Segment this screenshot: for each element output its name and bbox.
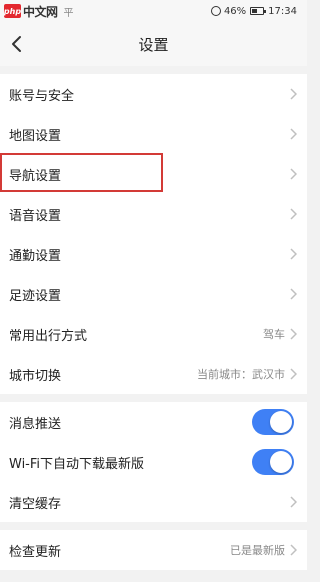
chevron-right-icon bbox=[290, 168, 297, 180]
chevron-right-icon bbox=[290, 128, 297, 140]
chevron-right-icon bbox=[290, 88, 297, 100]
status-right: 46% 17:34 bbox=[210, 4, 297, 18]
chevron-right-icon bbox=[290, 288, 297, 300]
watermark-badge: php bbox=[4, 4, 21, 18]
row-label: 语音设置 bbox=[9, 208, 62, 224]
status-bar: php 中文网 平 46% 17:34 bbox=[0, 0, 307, 22]
battery-icon bbox=[250, 7, 267, 15]
row-label: Wi-Fi下自动下载最新版 bbox=[9, 456, 145, 472]
watermark-text: 中文网 bbox=[23, 4, 58, 19]
row-footprint-settings[interactable]: 足迹设置 bbox=[0, 274, 307, 314]
row-label: 清空缓存 bbox=[9, 496, 62, 512]
settings-group-update: 检查更新 已是最新版 bbox=[0, 530, 307, 570]
row-value: 驾车 bbox=[263, 328, 285, 341]
row-map-settings[interactable]: 地图设置 bbox=[0, 114, 307, 154]
clock: 17:34 bbox=[268, 5, 297, 17]
row-label: 地图设置 bbox=[9, 128, 62, 144]
row-city-switch[interactable]: 城市切换 当前城市：武汉市 bbox=[0, 354, 307, 394]
row-label: 城市切换 bbox=[9, 368, 62, 384]
settings-group-main: 账号与安全 地图设置 导航设置 语音设置 通勤设置 足迹设置 常用出行方式 驾车… bbox=[0, 74, 307, 394]
chevron-right-icon bbox=[290, 544, 297, 556]
row-label: 通勤设置 bbox=[9, 248, 62, 264]
watermark-logo: php 中文网 平 bbox=[4, 2, 74, 20]
row-value: 已是最新版 bbox=[230, 544, 285, 557]
chevron-right-icon bbox=[290, 328, 297, 340]
watermark-trailing: 平 bbox=[63, 7, 74, 19]
row-account-security[interactable]: 账号与安全 bbox=[0, 74, 307, 114]
push-notifications-toggle[interactable] bbox=[252, 409, 294, 435]
row-label: 账号与安全 bbox=[9, 88, 75, 104]
row-clear-cache[interactable]: 清空缓存 bbox=[0, 482, 307, 522]
row-wifi-auto-download: Wi-Fi下自动下载最新版 bbox=[0, 442, 307, 482]
chevron-right-icon bbox=[290, 208, 297, 220]
row-commute-settings[interactable]: 通勤设置 bbox=[0, 234, 307, 274]
chevron-right-icon bbox=[290, 368, 297, 380]
page-title: 设置 bbox=[138, 36, 169, 54]
settings-group-system: 消息推送 Wi-Fi下自动下载最新版 清空缓存 bbox=[0, 402, 307, 522]
chevron-right-icon bbox=[290, 248, 297, 260]
row-label: 消息推送 bbox=[9, 416, 62, 432]
row-travel-mode[interactable]: 常用出行方式 驾车 bbox=[0, 314, 307, 354]
toggle-knob bbox=[270, 451, 292, 473]
row-label: 导航设置 bbox=[9, 168, 62, 184]
toggle-knob bbox=[270, 411, 292, 433]
row-label: 足迹设置 bbox=[9, 288, 62, 304]
alarm-icon bbox=[210, 6, 221, 16]
battery-percent: 46% bbox=[223, 5, 247, 17]
row-navigation-settings[interactable]: 导航设置 bbox=[0, 154, 307, 194]
row-label: 常用出行方式 bbox=[9, 328, 88, 344]
row-check-update[interactable]: 检查更新 已是最新版 bbox=[0, 530, 307, 570]
row-voice-settings[interactable]: 语音设置 bbox=[0, 194, 307, 234]
row-label: 检查更新 bbox=[9, 544, 62, 560]
wifi-auto-download-toggle[interactable] bbox=[252, 449, 294, 475]
row-push-notifications: 消息推送 bbox=[0, 402, 307, 442]
header-bar: 设置 bbox=[0, 22, 307, 66]
chevron-right-icon bbox=[290, 496, 297, 508]
row-value: 当前城市：武汉市 bbox=[197, 368, 285, 381]
